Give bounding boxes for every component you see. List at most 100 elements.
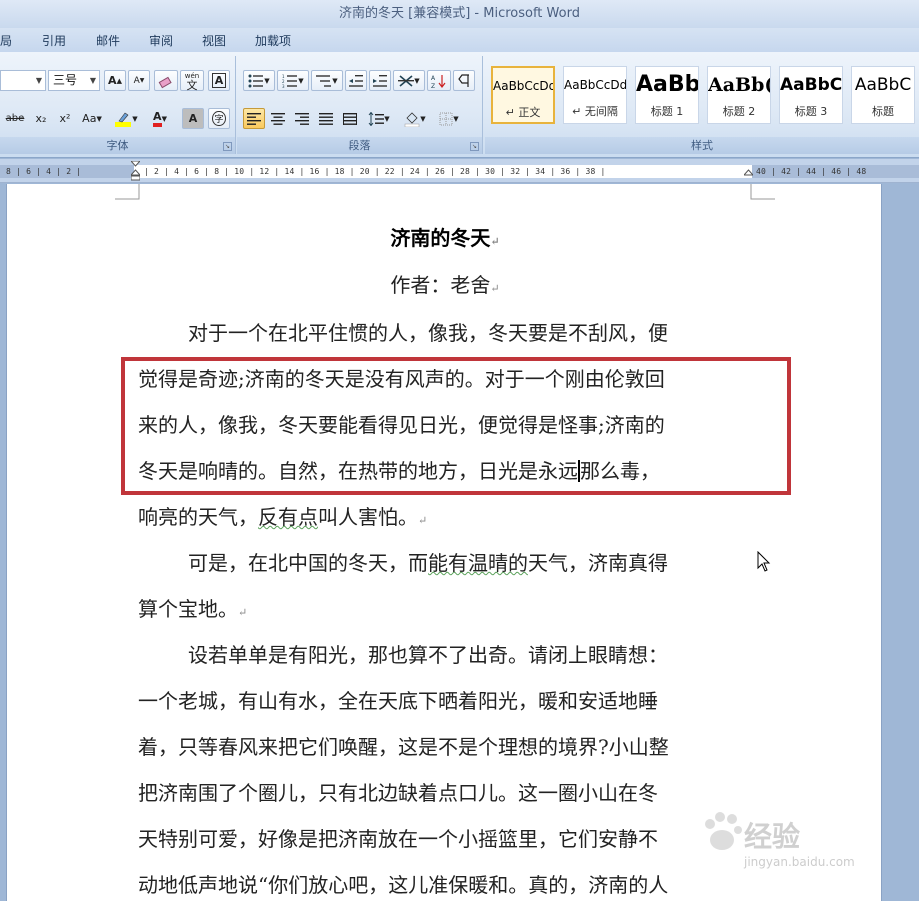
- mouse-pointer-icon: [757, 551, 771, 572]
- style-heading-1[interactable]: AaBb 标题 1: [635, 66, 699, 124]
- align-right-button[interactable]: [291, 108, 313, 129]
- doc-author: 作者：老舍↵: [390, 273, 500, 297]
- sort-icon: AZ: [431, 74, 446, 89]
- styles-group-label: 样式: [485, 137, 919, 154]
- doc-title: 济南的冬天↵: [390, 226, 500, 250]
- eraser-icon: [158, 76, 172, 88]
- align-left-icon: [247, 112, 261, 125]
- text-line: 对于一个在北平住惯的人，像我，冬天要是不刮风，便: [188, 321, 668, 345]
- text-line: 着，只等春风来把它们唤醒，这是不是个理想的境界?小山整: [138, 735, 669, 759]
- align-left-button[interactable]: [243, 108, 265, 129]
- paint-bucket-icon: [405, 111, 420, 127]
- numbered-list-icon: 123: [282, 74, 298, 88]
- highlighter-icon: [115, 112, 132, 127]
- text-line: 动地低声地说“你们放心吧，这儿准保暖和。真的，济南的人: [138, 873, 669, 897]
- outdent-icon: [349, 74, 363, 87]
- char-shading-button[interactable]: A: [182, 108, 204, 129]
- clear-format-button[interactable]: [154, 70, 178, 91]
- style-title[interactable]: AaBbC 标题: [851, 66, 915, 124]
- tab-addins[interactable]: 加载项: [255, 32, 291, 49]
- paragraph-mark-icon: [458, 73, 469, 87]
- horizontal-ruler[interactable]: 8 | 6 | 4 | 2 | | 2 | 4 | 6 | 8 | 10 | 1…: [0, 159, 919, 183]
- ribbon: ▼ 三号 ▼ A ▲ A ▼ wén 文 A abe x₂ x² Aa ▼ ▼ A: [0, 52, 919, 158]
- tab-mailings[interactable]: 邮件: [96, 32, 120, 49]
- phonetic-guide-button[interactable]: wén 文: [180, 70, 204, 91]
- borders-button[interactable]: ▼: [433, 108, 465, 129]
- right-indent-marker-icon[interactable]: [744, 161, 753, 181]
- red-highlight-box: [121, 357, 791, 495]
- window-title: 济南的冬天 [兼容模式] - Microsoft Word: [0, 0, 919, 28]
- style-heading-3[interactable]: AaBbC 标题 3: [779, 66, 843, 124]
- enclose-char-button[interactable]: 字: [208, 108, 230, 129]
- watermark-subtext: jingyan.baidu.com: [744, 855, 855, 869]
- distribute-icon: [343, 112, 357, 125]
- font-group-label: 字体: [0, 137, 235, 154]
- style-normal[interactable]: AaBbCcDd ↵ 正文: [491, 66, 555, 124]
- shrink-font-button[interactable]: A ▼: [128, 70, 150, 91]
- strikethrough-button[interactable]: abe: [2, 108, 28, 129]
- chinese-layout-button[interactable]: ▼: [393, 70, 425, 91]
- font-group: ▼ 三号 ▼ A ▲ A ▼ wén 文 A abe x₂ x² Aa ▼ ▼ A: [0, 56, 236, 154]
- justify-button[interactable]: [315, 108, 337, 129]
- line-spacing-icon: [368, 111, 385, 126]
- watermark-text: 经验: [744, 820, 801, 853]
- subscript-button[interactable]: x₂: [30, 108, 52, 129]
- svg-text:Z: Z: [431, 83, 435, 89]
- font-name-combo[interactable]: ▼: [0, 70, 46, 91]
- border-icon: [439, 112, 453, 125]
- tab-review[interactable]: 审阅: [149, 32, 173, 49]
- line-spacing-button[interactable]: ▼: [363, 108, 395, 129]
- justify-icon: [319, 112, 333, 125]
- align-center-button[interactable]: [267, 108, 289, 129]
- text-line: 设若单单是有阳光，那也算不了出奇。请闭上眼睛想：: [188, 643, 668, 667]
- indent-icon: [373, 74, 387, 87]
- text-line: 把济南围了个圈儿，只有北边缺着点口儿。这一圈小山在冬: [138, 781, 658, 805]
- paragraph-group: ▼ 1 2 3 ▼ ▼ ▼ AZ ▼ ▼ ▼ 段落 ↘: [237, 56, 483, 154]
- align-center-icon: [271, 112, 285, 125]
- distributed-button[interactable]: [339, 108, 361, 129]
- text-line: 算个宝地。↵: [138, 597, 248, 621]
- right-frame: [882, 184, 919, 901]
- text-line: 天特别可爱，好像是把济南放在一个小摇篮里，它们安静不: [138, 827, 658, 851]
- increase-indent-button[interactable]: [369, 70, 391, 91]
- tab-view[interactable]: 视图: [202, 32, 226, 49]
- shading-button[interactable]: ▼: [399, 108, 431, 129]
- font-size-combo[interactable]: 三号 ▼: [48, 70, 100, 91]
- decrease-indent-button[interactable]: [345, 70, 367, 91]
- ruler-left-ticks: 8 | 6 | 4 | 2 |: [6, 167, 82, 176]
- grammar-squiggle: 能有温晴的: [428, 551, 528, 575]
- ruler-right-ticks: 40 | 42 | 44 | 46 | 48: [756, 167, 867, 176]
- bullets-button[interactable]: ▼: [243, 70, 275, 91]
- margin-corner-left: [115, 184, 140, 200]
- show-marks-button[interactable]: [453, 70, 475, 91]
- grow-font-button[interactable]: A ▲: [104, 70, 126, 91]
- document-page[interactable]: 济南的冬天↵ 作者：老舍↵ 对于一个在北平住惯的人，像我，冬天要是不刮风，便 觉…: [6, 184, 882, 901]
- ruler-main-ticks: | 2 | 4 | 6 | 8 | 10 | 12 | 14 | 16 | 18…: [144, 167, 606, 176]
- text-line: 响亮的天气，反有点叫人害怕。↵: [138, 505, 428, 529]
- grammar-squiggle: 反有点: [258, 505, 318, 529]
- ribbon-tabs: 局 引用 邮件 审阅 视图 加载项: [0, 28, 919, 52]
- multilevel-list-button[interactable]: ▼: [311, 70, 343, 91]
- paragraph-dialog-launcher[interactable]: ↘: [470, 142, 479, 151]
- style-no-spacing[interactable]: AaBbCcDd ↵ 无间隔: [563, 66, 627, 124]
- text-line: 可是，在北中国的冬天，而能有温晴的天气，济南真得: [188, 551, 668, 575]
- style-heading-2[interactable]: AaBb( 标题 2: [707, 66, 771, 124]
- font-color-button[interactable]: A ▼: [144, 108, 176, 129]
- paragraph-group-label: 段落: [237, 137, 482, 154]
- font-dialog-launcher[interactable]: ↘: [223, 142, 232, 151]
- asian-layout-icon: [398, 74, 415, 87]
- svg-text:3: 3: [282, 84, 285, 88]
- tab-references[interactable]: 引用: [42, 32, 66, 49]
- tab-page-layout[interactable]: 局: [0, 32, 12, 49]
- text-line: 一个老城，有山有水，全在天底下晒着阳光，暖和安适地睡: [138, 689, 658, 713]
- numbering-button[interactable]: 1 2 3 ▼: [277, 70, 309, 91]
- highlight-color-button[interactable]: ▼: [110, 108, 142, 129]
- margin-corner-right: [750, 184, 775, 200]
- styles-group: AaBbCcDd ↵ 正文 AaBbCcDd ↵ 无间隔 AaBb 标题 1 A…: [485, 56, 919, 154]
- sort-button[interactable]: AZ: [427, 70, 451, 91]
- change-case-button[interactable]: Aa ▼: [78, 108, 106, 129]
- char-border-button[interactable]: A: [208, 70, 230, 91]
- indent-marker-icon[interactable]: [131, 161, 140, 181]
- superscript-button[interactable]: x²: [54, 108, 76, 129]
- bullet-list-icon: [248, 74, 264, 87]
